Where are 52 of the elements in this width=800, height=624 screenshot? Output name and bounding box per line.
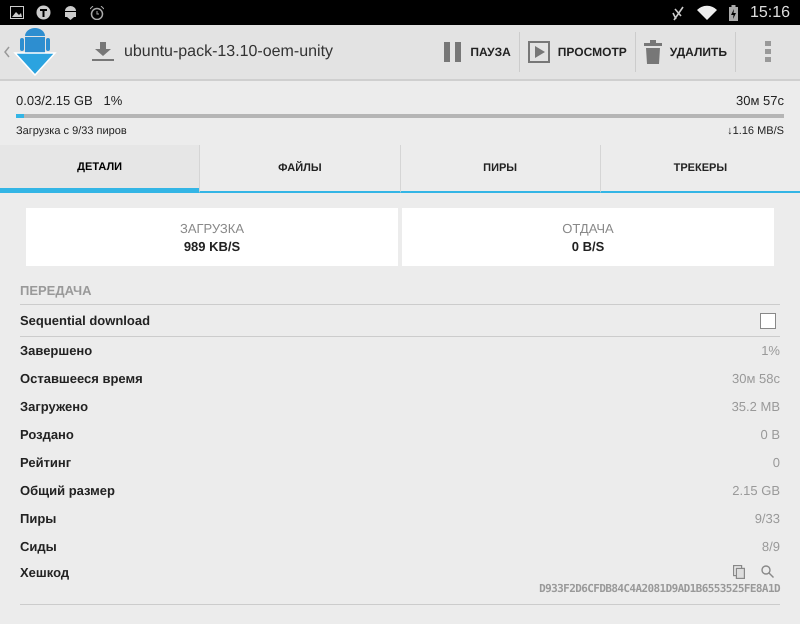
speed-text: ↓1.16 MB/S — [727, 125, 784, 137]
row-label: Пиры — [20, 511, 56, 526]
image-icon — [10, 6, 24, 19]
tab[interactable]: ТРЕКЕРЫ — [600, 145, 800, 193]
play-button[interactable]: ПРОСМОТР — [520, 32, 636, 72]
app-icon — [36, 5, 51, 20]
row-label: Оставшееся время — [20, 371, 143, 386]
row-label: Загружено — [20, 399, 88, 414]
pause-button[interactable]: ПАУЗА — [436, 32, 520, 72]
alarm-icon — [90, 6, 104, 20]
row-value: 0 — [772, 455, 780, 470]
row-label: Sequential download — [20, 313, 150, 328]
size-text: 0.03/2.15 GB 1% — [16, 93, 122, 108]
row-value: 0 B — [760, 427, 780, 442]
download-icon — [92, 42, 114, 62]
stat-label: ОТДАЧА — [562, 220, 614, 236]
more-icon — [765, 41, 771, 63]
search-icon[interactable] — [761, 565, 774, 578]
tab[interactable]: ФАЙЛЫ — [199, 145, 400, 193]
row-value: 35.2 MB — [732, 399, 780, 414]
battery-icon — [728, 4, 738, 20]
row-value: 9/33 — [754, 511, 780, 526]
row-label: Сиды — [20, 539, 57, 554]
eta-text: 30м 57с — [736, 93, 784, 108]
row-value: D933F2D6CFDB84C4A2081D9AD1B6553525FE8A1D — [539, 582, 780, 595]
row-value: 2.15 GB — [732, 483, 780, 498]
row-label: Хешкод — [20, 565, 70, 582]
stat-value: 0 B/S — [572, 238, 604, 254]
torrent-title: ubuntu-pack-13.10-oem-unity — [124, 43, 334, 61]
row-label: Общий размер — [20, 483, 115, 498]
tab[interactable]: ДЕТАЛИ — [0, 145, 200, 193]
stat-value: 989 KB/S — [184, 238, 240, 254]
peers-text: Загрузка с 9/33 пиров — [16, 125, 127, 137]
delete-button[interactable]: УДАЛИТЬ — [636, 32, 736, 72]
row-value: 30м 58с — [732, 371, 780, 386]
section-header: ПЕРЕДАЧА — [20, 266, 780, 305]
clock: 15:16 — [750, 4, 790, 22]
wifi-icon — [696, 5, 717, 20]
row-value: 8/9 — [762, 539, 780, 554]
play-icon — [528, 41, 550, 63]
copy-icon[interactable] — [733, 565, 745, 579]
row-label: Рейтинг — [20, 455, 72, 470]
row-label: Завершено — [20, 343, 92, 358]
pause-icon — [444, 42, 462, 62]
checkbox[interactable] — [760, 312, 776, 328]
back-caret-icon — [4, 46, 10, 58]
row-value: 1% — [761, 343, 780, 358]
stat-label: ЗАГРУЗКА — [180, 220, 244, 236]
tab[interactable]: ПИРЫ — [400, 145, 600, 193]
row-label: Роздано — [20, 427, 74, 442]
trash-icon — [644, 40, 662, 64]
android-download-icon — [12, 28, 58, 76]
